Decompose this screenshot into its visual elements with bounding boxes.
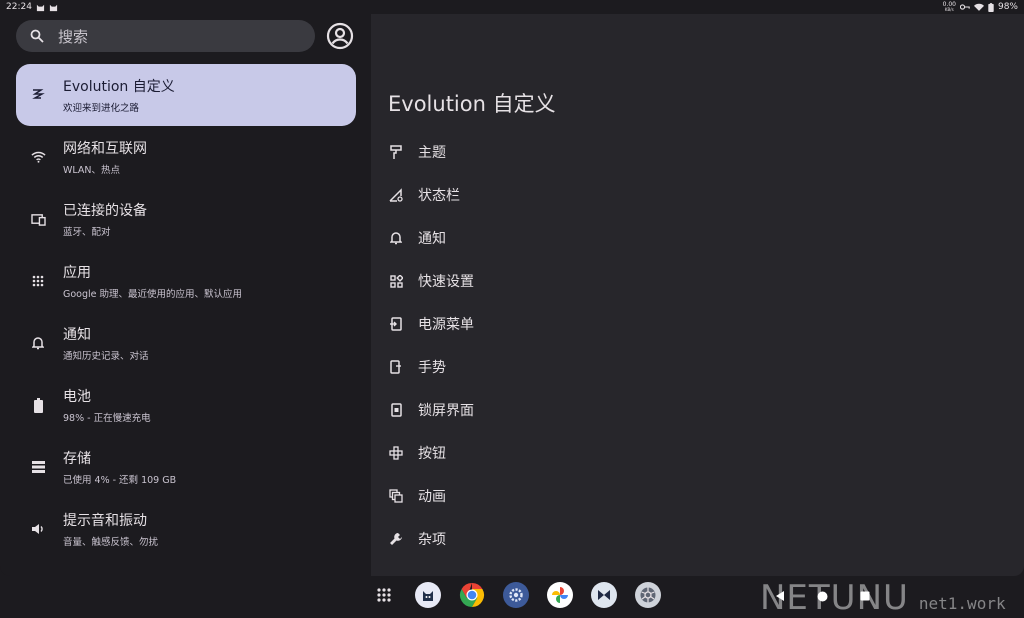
option-label: 手势 xyxy=(418,360,446,376)
sidebar-item-title: 应用 xyxy=(63,265,91,281)
option-label: 主题 xyxy=(418,145,446,161)
option-notifications[interactable]: 通知 xyxy=(388,226,446,250)
back-icon[interactable] xyxy=(775,590,785,602)
search-bar[interactable]: 搜索 xyxy=(16,20,315,52)
lockscreen-icon xyxy=(388,402,404,418)
network-speed: 0.00 KB/s xyxy=(942,1,956,12)
sidebar-item-subtitle: 蓝牙、配对 xyxy=(63,227,111,238)
signal-settings-icon xyxy=(388,187,404,203)
sidebar-item-subtitle: 98% - 正在慢速充电 xyxy=(63,413,151,424)
detail-pane: Evolution 自定义 主题 状态栏 通知 快速设置 电源菜单 手势 锁屏界… xyxy=(371,14,1024,576)
gesture-phone-icon xyxy=(388,359,404,375)
sidebar-item-evolution[interactable]: Evolution 自定义 欢迎来到进化之路 xyxy=(16,64,356,126)
sidebar-item-subtitle: 通知历史记录、对话 xyxy=(63,351,149,362)
sidebar-item-title: 网络和互联网 xyxy=(63,141,147,157)
sidebar-item-subtitle: 已使用 4% - 还剩 109 GB xyxy=(63,475,177,486)
watermark-site: net1.work xyxy=(918,594,1006,613)
sidebar-item-connected-devices[interactable]: 已连接的设备 蓝牙、配对 xyxy=(16,188,356,250)
option-label: 锁屏界面 xyxy=(418,403,474,419)
sidebar-item-title: 电池 xyxy=(63,389,91,405)
option-misc[interactable]: 杂项 xyxy=(388,527,446,551)
sidebar-item-subtitle: Google 助理、最近使用的应用、默认应用 xyxy=(63,289,243,300)
photos-icon[interactable] xyxy=(547,582,573,608)
battery-icon xyxy=(988,2,994,12)
sidebar-item-title: Evolution 自定义 xyxy=(63,79,175,95)
option-label: 杂项 xyxy=(418,532,446,548)
taskbar: NETUNU net1.work xyxy=(0,576,1024,618)
option-label: 按钮 xyxy=(418,446,446,462)
option-label: 电源菜单 xyxy=(418,317,474,333)
evolution-app-icon[interactable] xyxy=(591,582,617,608)
bell-icon xyxy=(30,335,46,351)
recents-icon[interactable] xyxy=(860,591,870,601)
storage-icon xyxy=(30,459,46,475)
wrench-icon xyxy=(388,531,404,547)
sidebar-item-subtitle: 欢迎来到进化之路 xyxy=(63,103,140,114)
option-quick-settings[interactable]: 快速设置 xyxy=(388,269,474,293)
home-icon[interactable] xyxy=(817,591,828,602)
sidebar-item-subtitle: 音量、触感反馈、勿扰 xyxy=(63,537,159,548)
navigation-bar xyxy=(775,590,870,602)
sidebar-item-title: 提示音和振动 xyxy=(63,513,147,529)
cat-app-icon xyxy=(49,4,58,11)
status-bar: 22:24 0.00 KB/s 98% xyxy=(0,0,1024,14)
option-buttons[interactable]: 按钮 xyxy=(388,441,446,465)
account-circle-icon[interactable] xyxy=(326,22,354,50)
option-theme[interactable]: 主题 xyxy=(388,140,446,164)
sidebar-item-battery[interactable]: 电池 98% - 正在慢速充电 xyxy=(16,374,356,436)
page-title: Evolution 自定义 xyxy=(388,92,556,116)
option-animations[interactable]: 动画 xyxy=(388,484,446,508)
paint-roller-icon xyxy=(388,144,404,160)
vpn-key-icon xyxy=(959,4,970,10)
animation-icon xyxy=(388,488,404,504)
sidebar-item-title: 存储 xyxy=(63,451,91,467)
apps-grid-icon xyxy=(30,273,46,289)
option-label: 快速设置 xyxy=(418,274,474,290)
volume-icon xyxy=(30,521,46,537)
devices-icon xyxy=(30,211,46,227)
dpad-icon xyxy=(388,445,404,461)
search-placeholder: 搜索 xyxy=(58,27,89,46)
option-status-bar[interactable]: 状态栏 xyxy=(388,183,460,207)
sidebar-item-apps[interactable]: 应用 Google 助理、最近使用的应用、默认应用 xyxy=(16,250,356,312)
option-power-menu[interactable]: 电源菜单 xyxy=(388,312,474,336)
search-icon xyxy=(30,29,44,43)
sidebar-item-network[interactable]: 网络和互联网 WLAN、热点 xyxy=(16,126,356,188)
option-label: 通知 xyxy=(418,231,446,247)
chrome-icon[interactable] xyxy=(459,582,485,608)
battery-icon xyxy=(30,397,46,413)
settings-icon[interactable] xyxy=(503,582,529,608)
sidebar-item-title: 已连接的设备 xyxy=(63,203,147,219)
battery-percent: 98% xyxy=(997,2,1018,12)
sidebar-item-subtitle: WLAN、热点 xyxy=(63,165,121,176)
bell-icon xyxy=(388,230,404,246)
clock: 22:24 xyxy=(6,2,32,12)
tiles-icon xyxy=(388,273,404,289)
cat-app-icon[interactable] xyxy=(415,582,441,608)
wifi-icon xyxy=(973,3,984,11)
power-menu-icon xyxy=(388,316,404,332)
option-label: 动画 xyxy=(418,489,446,505)
settings-sidebar: 搜索 Evolution 自定义 欢迎来到进化之路 网络和互联网 WLAN、热点… xyxy=(0,14,371,576)
option-label: 状态栏 xyxy=(418,188,460,204)
cat-app-icon xyxy=(36,4,45,11)
sidebar-item-title: 通知 xyxy=(63,327,91,343)
aperture-icon[interactable] xyxy=(635,582,661,608)
option-lockscreen[interactable]: 锁屏界面 xyxy=(388,398,474,422)
sidebar-item-storage[interactable]: 存储 已使用 4% - 还剩 109 GB xyxy=(16,436,356,498)
dock xyxy=(371,582,661,608)
sidebar-item-notifications[interactable]: 通知 通知历史记录、对话 xyxy=(16,312,356,374)
wifi-icon xyxy=(30,149,46,165)
all-apps-icon[interactable] xyxy=(371,582,397,608)
option-gestures[interactable]: 手势 xyxy=(388,355,446,379)
sidebar-item-sound[interactable]: 提示音和振动 音量、触感反馈、勿扰 xyxy=(16,498,356,560)
evolution-icon xyxy=(30,87,46,103)
